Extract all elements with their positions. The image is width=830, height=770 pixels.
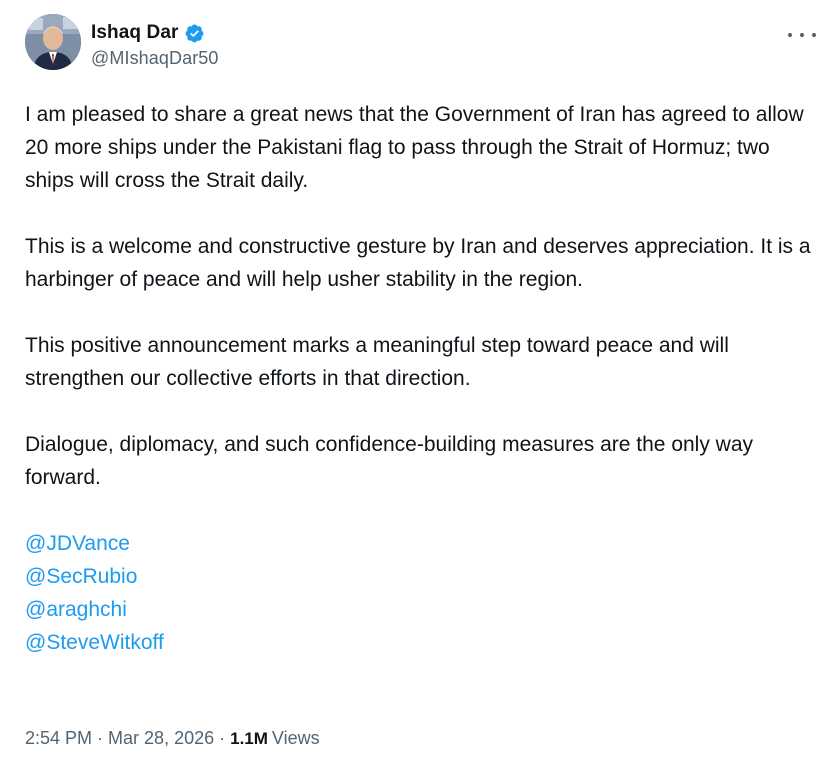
tweet-paragraph: This positive announcement marks a meani… [25,334,729,390]
tweet-time[interactable]: 2:54 PM [25,728,92,748]
tweet-paragraph: I am pleased to share a great news that … [25,103,804,192]
author-display-name[interactable]: Ishaq Dar [91,22,179,44]
mention-link-secrubio[interactable]: @SecRubio [25,560,820,593]
tweet-meta: 2:54 PM · Mar 28, 2026 · 1.1M Views [25,724,320,753]
display-name-row: Ishaq Dar [91,20,219,46]
mention-link-jdvance[interactable]: @JDVance [25,527,820,560]
mention-link-araghchi[interactable]: @araghchi [25,593,820,626]
views-count[interactable]: 1.1M [230,729,268,748]
more-dot [812,33,816,37]
more-dot [788,33,792,37]
tweet-paragraph: Dialogue, diplomacy, and such confidence… [25,433,754,489]
tweet-header: Ishaq Dar @MIshaqDar50 [25,14,820,84]
tweet-date[interactable]: Mar 28, 2026 [108,728,214,748]
avatar-image [25,14,81,70]
author-names: Ishaq Dar @MIshaqDar50 [91,20,219,69]
tweet-paragraph: This is a welcome and constructive gestu… [25,235,811,291]
views-label: Views [271,728,320,748]
more-dot [800,33,804,37]
author-handle[interactable]: @MIshaqDar50 [91,48,219,69]
meta-separator: · [219,728,226,748]
meta-separator: · [97,728,104,748]
tweet-text: I am pleased to share a great news that … [25,98,820,659]
mentions-list: @JDVance @SecRubio @araghchi @SteveWitko… [25,527,820,659]
avatar[interactable] [25,14,81,70]
mention-link-stevewitkoff[interactable]: @SteveWitkoff [25,626,820,659]
more-options-icon[interactable] [788,28,816,42]
verified-badge-icon[interactable] [184,23,205,44]
